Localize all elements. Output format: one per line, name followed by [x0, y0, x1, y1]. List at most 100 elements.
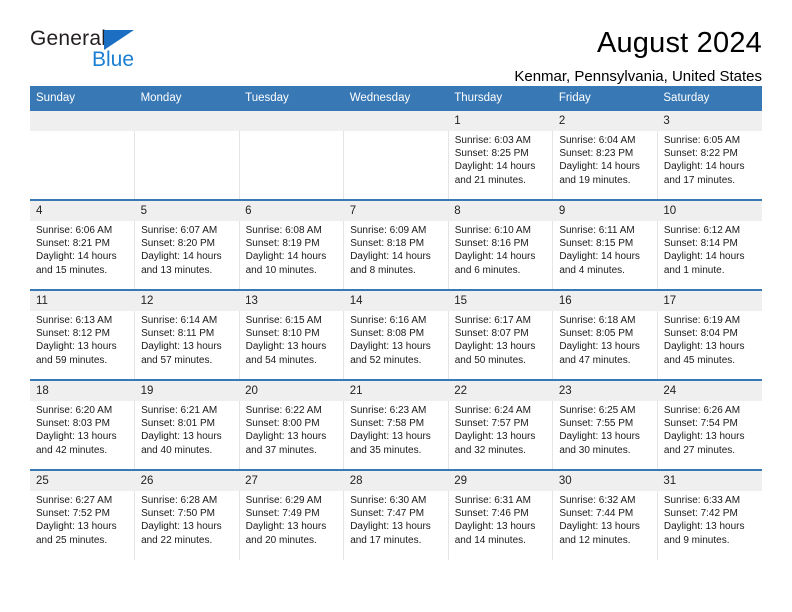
day-number[interactable]: 6: [239, 199, 344, 221]
day-cell[interactable]: Sunrise: 6:21 AM Sunset: 8:01 PM Daylight:…: [134, 401, 240, 470]
sunrise-text: Sunrise: 6:33 AM: [663, 495, 741, 506]
day-cell[interactable]: Sunrise: 6:22 AM Sunset: 8:00 PM Daylight:…: [239, 401, 345, 470]
day-number[interactable]: 16: [552, 289, 658, 311]
sunset-text: Sunset: 8:12 PM: [36, 328, 110, 340]
sunrise-text: Sunrise: 6:31 AM: [454, 495, 531, 506]
sunrise-text: Sunrise: 6:09 AM: [350, 225, 427, 236]
day-cell[interactable]: Sunrise: 6:08 AM Sunset: 8:19 PM Daylight:…: [239, 221, 345, 290]
general-blue-logo[interactable]: General Blue: [30, 26, 150, 78]
day-cell[interactable]: Sunrise: 6:31 AM Sunset: 7:46 PM Daylight:…: [448, 491, 554, 560]
day-number[interactable]: 24: [657, 379, 762, 401]
day-cell[interactable]: Sunrise: 6:06 AM Sunset: 8:21 PM Daylight:…: [30, 221, 136, 290]
sunset-text: Sunset: 7:58 PM: [350, 418, 425, 430]
daylight-text: Daylight: 14 hours: [141, 251, 222, 263]
sunset-text: Sunset: 7:47 PM: [350, 508, 425, 520]
daylight-text: and 6 minutes.: [454, 264, 521, 276]
day-number[interactable]: 29: [448, 469, 553, 491]
daylight-text: Daylight: 14 hours: [245, 251, 327, 263]
day-number[interactable]: 28: [343, 469, 449, 491]
day-number[interactable]: 13: [239, 289, 344, 311]
day-number[interactable]: 9: [552, 199, 658, 221]
day-number[interactable]: 23: [552, 379, 658, 401]
day-cell[interactable]: Sunrise: 6:10 AM Sunset: 8:16 PM Daylight:…: [448, 221, 554, 290]
day-cell[interactable]: Sunrise: 6:13 AM Sunset: 8:12 PM Daylight:…: [30, 311, 136, 380]
day-number[interactable]: 17: [657, 289, 762, 311]
day-number[interactable]: 2: [552, 111, 658, 131]
sunrise-text: Sunrise: 6:25 AM: [559, 405, 636, 416]
sunrise-text: Sunrise: 6:16 AM: [350, 315, 427, 326]
sunrise-text: Sunrise: 6:32 AM: [559, 495, 636, 506]
day-cell[interactable]: Sunrise: 6:09 AM Sunset: 8:18 PM Daylight:…: [343, 221, 449, 290]
day-cell[interactable]: Sunrise: 6:15 AM Sunset: 8:10 PM Daylight:…: [239, 311, 345, 380]
sunrise-text: Sunrise: 6:04 AM: [559, 135, 636, 146]
day-number[interactable]: 10: [657, 199, 762, 221]
day-number[interactable]: 3: [657, 111, 762, 131]
sunset-text: Sunset: 8:01 PM: [141, 418, 215, 430]
day-number[interactable]: 25: [30, 469, 135, 491]
daylight-text: and 19 minutes.: [559, 174, 631, 186]
day-cell[interactable]: Sunrise: 6:12 AM Sunset: 8:14 PM Daylight:…: [657, 221, 762, 290]
daylight-text: Daylight: 13 hours: [559, 431, 640, 443]
day-cell[interactable]: Sunrise: 6:18 AM Sunset: 8:05 PM Daylight:…: [552, 311, 658, 380]
day-cell[interactable]: Sunrise: 6:14 AM Sunset: 8:11 PM Daylight:…: [134, 311, 240, 380]
day-cell[interactable]: Sunrise: 6:17 AM Sunset: 8:07 PM Daylight:…: [448, 311, 554, 380]
day-cell[interactable]: Sunrise: 6:29 AM Sunset: 7:49 PM Daylight:…: [239, 491, 345, 560]
day-number[interactable]: 14: [343, 289, 449, 311]
day-number[interactable]: 19: [134, 379, 240, 401]
day-number[interactable]: 22: [448, 379, 553, 401]
day-number[interactable]: 15: [448, 289, 553, 311]
day-cell[interactable]: Sunrise: 6:04 AM Sunset: 8:23 PM Daylight:…: [552, 131, 658, 200]
sunrise-text: Sunrise: 6:29 AM: [245, 495, 322, 506]
day-cell[interactable]: Sunrise: 6:05 AM Sunset: 8:22 PM Daylight:…: [657, 131, 762, 200]
day-cell[interactable]: Sunrise: 6:23 AM Sunset: 7:58 PM Daylight:…: [343, 401, 449, 470]
daylight-text: Daylight: 13 hours: [36, 431, 117, 443]
sunrise-text: Sunrise: 6:24 AM: [454, 405, 531, 416]
day-number[interactable]: 1: [448, 111, 553, 131]
day-cell[interactable]: Sunrise: 6:26 AM Sunset: 7:54 PM Daylight:…: [657, 401, 762, 470]
week-daynum-row: 4 5 6 7 8 9 10: [30, 199, 762, 221]
day-number[interactable]: 18: [30, 379, 135, 401]
day-number[interactable]: 11: [30, 289, 135, 311]
day-cell[interactable]: Sunrise: 6:24 AM Sunset: 7:57 PM Daylight:…: [448, 401, 554, 470]
day-number[interactable]: 31: [657, 469, 762, 491]
week-daynum-row: 18 19 20 21 22 23 24: [30, 379, 762, 401]
day-cell[interactable]: Sunrise: 6:32 AM Sunset: 7:44 PM Daylight:…: [552, 491, 658, 560]
day-number[interactable]: 30: [552, 469, 658, 491]
day-cell[interactable]: Sunrise: 6:28 AM Sunset: 7:50 PM Daylight:…: [134, 491, 240, 560]
weekday-header-thursday: Thursday: [448, 86, 553, 111]
sunrise-text: Sunrise: 6:05 AM: [663, 135, 741, 146]
sunrise-text: Sunrise: 6:30 AM: [350, 495, 427, 506]
day-cell[interactable]: Sunrise: 6:33 AM Sunset: 7:42 PM Daylight:…: [657, 491, 762, 560]
day-cell[interactable]: Sunrise: 6:03 AM Sunset: 8:25 PM Daylight:…: [448, 131, 554, 200]
sunset-text: Sunset: 7:55 PM: [559, 418, 634, 430]
day-cell-empty: [343, 131, 449, 200]
calendar-table: Sunday Monday Tuesday Wednesday Thursday…: [30, 86, 762, 560]
day-number[interactable]: 4: [30, 199, 135, 221]
day-cell[interactable]: Sunrise: 6:25 AM Sunset: 7:55 PM Daylight:…: [552, 401, 658, 470]
day-number[interactable]: 26: [134, 469, 240, 491]
sunset-text: Sunset: 7:49 PM: [245, 508, 320, 520]
sunrise-text: Sunrise: 6:18 AM: [559, 315, 636, 326]
day-number[interactable]: 12: [134, 289, 240, 311]
day-cell[interactable]: Sunrise: 6:20 AM Sunset: 8:03 PM Daylight:…: [30, 401, 136, 470]
day-cell[interactable]: Sunrise: 6:07 AM Sunset: 8:20 PM Daylight:…: [134, 221, 240, 290]
sunset-text: Sunset: 8:18 PM: [350, 238, 425, 250]
day-number-empty: [343, 111, 449, 131]
daylight-text: Daylight: 13 hours: [663, 341, 745, 353]
day-number[interactable]: 27: [239, 469, 344, 491]
day-number[interactable]: 5: [134, 199, 240, 221]
day-cell[interactable]: Sunrise: 6:27 AM Sunset: 7:52 PM Daylight:…: [30, 491, 136, 560]
day-number[interactable]: 21: [343, 379, 449, 401]
day-cell[interactable]: Sunrise: 6:16 AM Sunset: 8:08 PM Daylight:…: [343, 311, 449, 380]
day-cell[interactable]: Sunrise: 6:19 AM Sunset: 8:04 PM Daylight:…: [657, 311, 762, 380]
daylight-text: Daylight: 13 hours: [663, 521, 745, 533]
day-cell[interactable]: Sunrise: 6:11 AM Sunset: 8:15 PM Daylight:…: [552, 221, 658, 290]
day-number[interactable]: 20: [239, 379, 344, 401]
weekday-header-row: Sunday Monday Tuesday Wednesday Thursday…: [30, 86, 762, 111]
day-cell[interactable]: Sunrise: 6:30 AM Sunset: 7:47 PM Daylight:…: [343, 491, 449, 560]
day-number[interactable]: 7: [343, 199, 449, 221]
day-number[interactable]: 8: [448, 199, 553, 221]
daylight-text: and 4 minutes.: [559, 264, 625, 276]
daylight-text: Daylight: 14 hours: [559, 161, 640, 173]
sunset-text: Sunset: 8:00 PM: [245, 418, 320, 430]
